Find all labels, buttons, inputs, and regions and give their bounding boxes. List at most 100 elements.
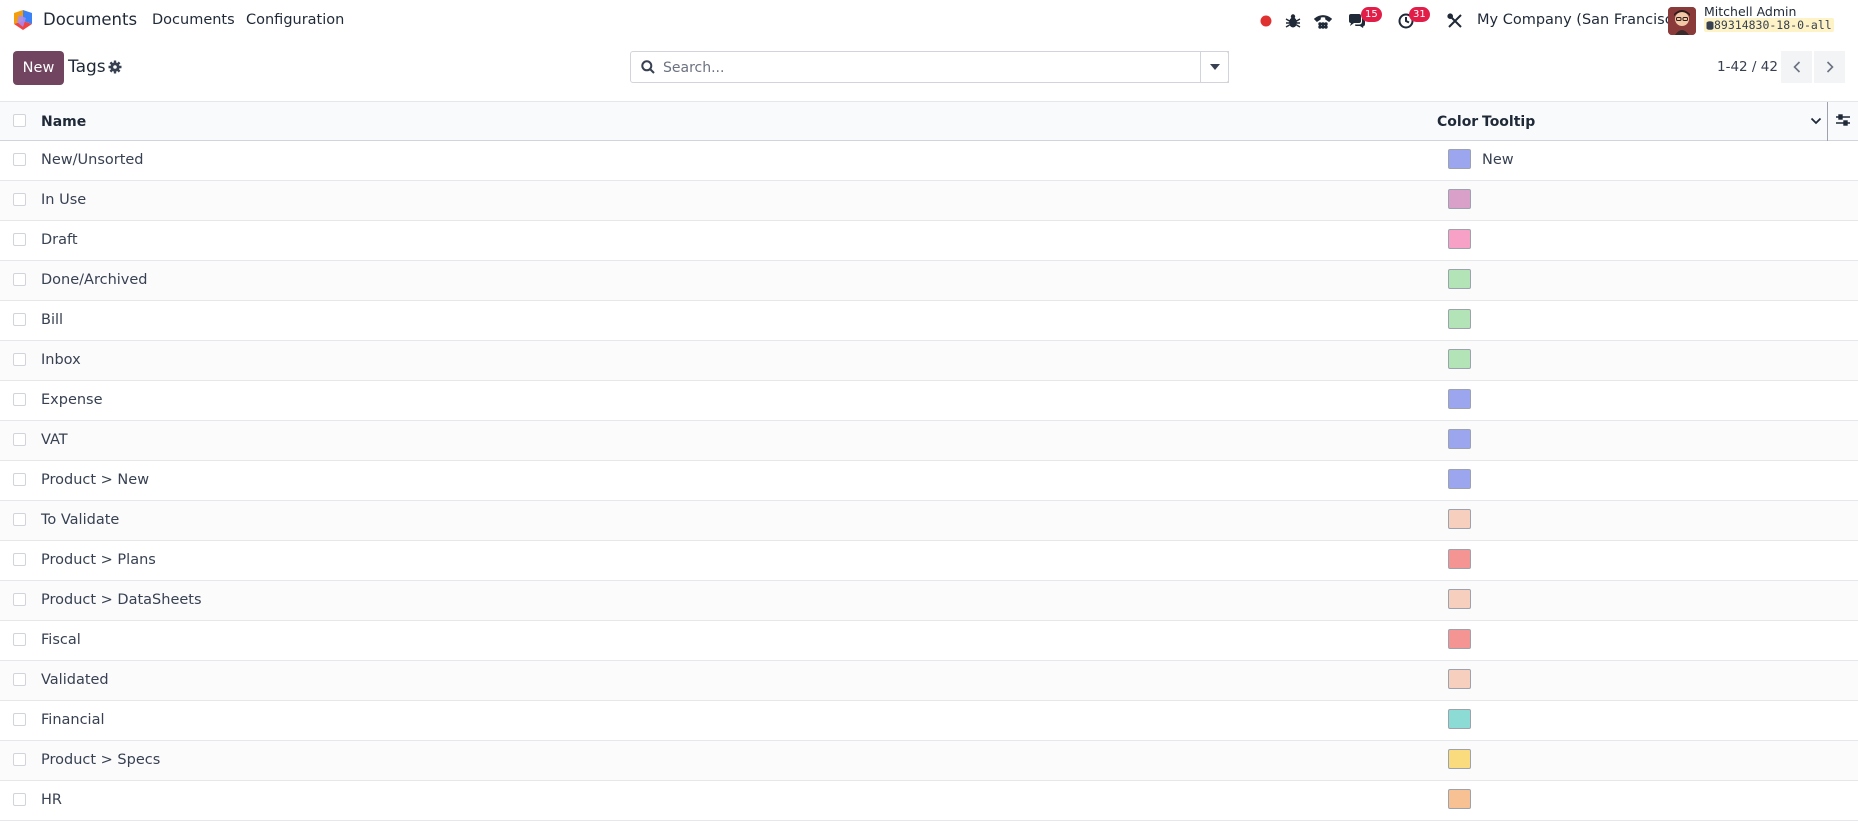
- tag-name-cell[interactable]: Product > Specs: [41, 752, 160, 768]
- row-checkbox[interactable]: [13, 313, 26, 326]
- table-row[interactable]: Fiscal: [0, 621, 1858, 661]
- user-name[interactable]: Mitchell Admin: [1704, 4, 1796, 19]
- search-input[interactable]: [661, 54, 1215, 82]
- table-row[interactable]: HR: [0, 781, 1858, 821]
- tag-name-cell[interactable]: Done/Archived: [41, 272, 148, 288]
- color-swatch[interactable]: [1448, 629, 1471, 649]
- table-row[interactable]: Expense: [0, 381, 1858, 421]
- tag-name-cell[interactable]: Bill: [41, 312, 63, 328]
- row-checkbox[interactable]: [13, 593, 26, 606]
- color-swatch[interactable]: [1448, 549, 1471, 569]
- tag-name-cell[interactable]: New/Unsorted: [41, 152, 144, 168]
- gear-icon[interactable]: [108, 60, 122, 78]
- color-swatch[interactable]: [1448, 309, 1471, 329]
- row-checkbox[interactable]: [13, 673, 26, 686]
- top-navbar: Documents Documents Configuration 15 31: [0, 0, 1858, 41]
- search-icon: [641, 60, 655, 78]
- color-swatch[interactable]: [1448, 149, 1471, 169]
- tag-name-cell[interactable]: HR: [41, 792, 62, 808]
- tag-name-cell[interactable]: Validated: [41, 672, 109, 688]
- tag-name-cell[interactable]: Draft: [41, 232, 78, 248]
- chevron-right-icon: [1826, 61, 1834, 73]
- optional-columns-sliders-icon[interactable]: [1836, 114, 1850, 130]
- tag-name-cell[interactable]: Inbox: [41, 352, 81, 368]
- row-checkbox[interactable]: [13, 553, 26, 566]
- color-swatch[interactable]: [1448, 509, 1471, 529]
- chevron-down-icon[interactable]: [1810, 114, 1822, 130]
- menu-documents[interactable]: Documents: [152, 12, 235, 28]
- chevron-left-icon: [1792, 61, 1800, 73]
- tag-name-cell[interactable]: Fiscal: [41, 632, 81, 648]
- app-title[interactable]: Documents: [43, 10, 137, 29]
- tools-icon[interactable]: [1445, 11, 1465, 31]
- pager-value[interactable]: 1-42 / 42: [1717, 59, 1778, 75]
- table-row[interactable]: To Validate: [0, 501, 1858, 541]
- table-row[interactable]: Product > New: [0, 461, 1858, 501]
- app-logo-icon[interactable]: [11, 9, 35, 31]
- database-icon: [1706, 21, 1714, 30]
- debug-bug-icon[interactable]: [1283, 11, 1303, 31]
- tag-name-cell[interactable]: Financial: [41, 712, 105, 728]
- tooltip-cell[interactable]: New: [1482, 152, 1514, 168]
- row-checkbox[interactable]: [13, 633, 26, 646]
- color-swatch[interactable]: [1448, 709, 1471, 729]
- table-row[interactable]: New/Unsorted New: [0, 141, 1858, 181]
- row-checkbox[interactable]: [13, 713, 26, 726]
- color-swatch[interactable]: [1448, 349, 1471, 369]
- table-row[interactable]: Draft: [0, 221, 1858, 261]
- column-header-color[interactable]: Color: [1437, 114, 1478, 130]
- column-resize-handle[interactable]: [1827, 102, 1828, 141]
- phone-icon[interactable]: [1313, 11, 1333, 31]
- menu-configuration[interactable]: Configuration: [246, 12, 344, 28]
- table-row[interactable]: VAT: [0, 421, 1858, 461]
- pager-previous-button[interactable]: [1781, 51, 1812, 83]
- row-checkbox[interactable]: [13, 353, 26, 366]
- tag-name-cell[interactable]: In Use: [41, 192, 86, 208]
- recording-icon[interactable]: [1256, 11, 1276, 31]
- color-swatch[interactable]: [1448, 589, 1471, 609]
- user-avatar[interactable]: [1668, 7, 1696, 35]
- table-row[interactable]: Inbox: [0, 341, 1858, 381]
- select-all-checkbox[interactable]: [13, 114, 26, 127]
- row-checkbox[interactable]: [13, 233, 26, 246]
- search-bar: [630, 51, 1229, 83]
- row-checkbox[interactable]: [13, 273, 26, 286]
- tag-name-cell[interactable]: Product > DataSheets: [41, 592, 202, 608]
- row-checkbox[interactable]: [13, 393, 26, 406]
- search-options-toggle[interactable]: [1200, 51, 1229, 83]
- table-row[interactable]: Bill: [0, 301, 1858, 341]
- row-checkbox[interactable]: [13, 193, 26, 206]
- tag-name-cell[interactable]: Product > New: [41, 472, 149, 488]
- row-checkbox[interactable]: [13, 433, 26, 446]
- color-swatch[interactable]: [1448, 389, 1471, 409]
- color-swatch[interactable]: [1448, 429, 1471, 449]
- tag-name-cell[interactable]: Product > Plans: [41, 552, 156, 568]
- color-swatch[interactable]: [1448, 749, 1471, 769]
- color-swatch[interactable]: [1448, 469, 1471, 489]
- table-row[interactable]: Product > Specs: [0, 741, 1858, 781]
- table-row[interactable]: Product > DataSheets: [0, 581, 1858, 621]
- color-swatch[interactable]: [1448, 229, 1471, 249]
- tag-name-cell[interactable]: VAT: [41, 432, 68, 448]
- row-checkbox[interactable]: [13, 793, 26, 806]
- pager-next-button[interactable]: [1814, 51, 1845, 83]
- new-button[interactable]: New: [13, 51, 64, 85]
- color-swatch[interactable]: [1448, 789, 1471, 809]
- table-row[interactable]: Validated: [0, 661, 1858, 701]
- tag-name-cell[interactable]: To Validate: [41, 512, 119, 528]
- company-switcher[interactable]: My Company (San Francisco): [1477, 12, 1687, 28]
- color-swatch[interactable]: [1448, 269, 1471, 289]
- table-row[interactable]: In Use: [0, 181, 1858, 221]
- color-swatch[interactable]: [1448, 189, 1471, 209]
- row-checkbox[interactable]: [13, 513, 26, 526]
- column-header-name[interactable]: Name: [41, 114, 86, 130]
- table-row[interactable]: Product > Plans: [0, 541, 1858, 581]
- color-swatch[interactable]: [1448, 669, 1471, 689]
- row-checkbox[interactable]: [13, 153, 26, 166]
- row-checkbox[interactable]: [13, 473, 26, 486]
- table-row[interactable]: Done/Archived: [0, 261, 1858, 301]
- tag-name-cell[interactable]: Expense: [41, 392, 103, 408]
- column-header-tooltip[interactable]: Tooltip: [1482, 114, 1535, 130]
- row-checkbox[interactable]: [13, 753, 26, 766]
- table-row[interactable]: Financial: [0, 701, 1858, 741]
